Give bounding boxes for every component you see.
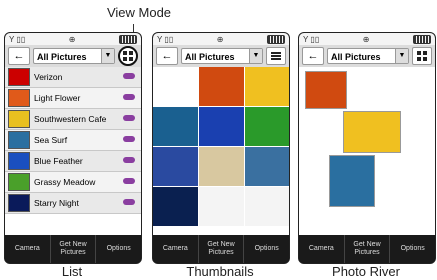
camera-softkey[interactable]: Camera [299, 235, 345, 263]
caption-list: List [61, 264, 83, 279]
softkey-bar: Camera Get New Pictures Options [5, 235, 141, 263]
thumbnail-cell[interactable] [245, 107, 289, 146]
get-new-pictures-softkey[interactable]: Get New Pictures [51, 235, 97, 263]
phone-thumbnail-view: Y ▯▯ ⊕ ← All Pictures ▼ Camera Get New P… [152, 32, 290, 264]
view-mode-callout: View Mode [106, 5, 172, 20]
options-softkey[interactable]: Options [390, 235, 435, 263]
thumbnail-cell[interactable] [153, 147, 198, 186]
thumbnail-cell[interactable] [153, 107, 198, 146]
chevron-down-icon: ▼ [101, 49, 114, 63]
get-new-pictures-softkey[interactable]: Get New Pictures [199, 235, 245, 263]
gps-icon: ⊕ [362, 34, 370, 44]
grid-view-icon [417, 51, 427, 61]
picture-thumbnail [8, 110, 30, 128]
list-view-icon [271, 52, 281, 60]
filter-label: All Pictures [331, 52, 381, 62]
picture-thumbnail [8, 89, 30, 107]
back-button[interactable]: ← [302, 47, 324, 65]
key-icon [123, 199, 135, 205]
list-item[interactable]: Light Flower [5, 88, 141, 109]
picture-thumbnail [8, 173, 30, 191]
thumbnail-cell[interactable] [245, 67, 289, 106]
filter-dropdown[interactable]: All Pictures ▼ [33, 48, 115, 64]
list-item[interactable]: Verizon [5, 67, 141, 88]
view-mode-button[interactable] [412, 47, 432, 65]
grid-view-icon [123, 51, 133, 61]
key-icon [123, 73, 135, 79]
battery-icon [266, 34, 285, 44]
filter-dropdown[interactable]: All Pictures ▼ [181, 48, 263, 64]
key-icon [123, 136, 135, 142]
picture-name: Starry Night [34, 198, 79, 208]
options-softkey[interactable]: Options [244, 235, 289, 263]
picture-thumbnail [8, 131, 30, 149]
view-mode-button[interactable] [266, 47, 286, 65]
camera-softkey[interactable]: Camera [5, 235, 51, 263]
filter-label: All Pictures [37, 52, 87, 62]
chevron-down-icon: ▼ [395, 49, 408, 63]
river-photo-card[interactable] [343, 111, 401, 153]
back-button[interactable]: ← [8, 47, 30, 65]
signal-indicator: Y ▯▯ [9, 34, 26, 44]
toolbar: ← All Pictures ▼ [153, 45, 289, 67]
picture-list: Verizon Light Flower Southwestern Cafe Sea … [5, 67, 141, 235]
key-icon [123, 115, 135, 121]
status-bar: Y ▯▯ ⊕ [5, 33, 141, 45]
status-bar: Y ▯▯ ⊕ [299, 33, 435, 45]
softkey-bar: Camera Get New Pictures Options [299, 235, 435, 263]
thumbnail-cell[interactable] [199, 67, 244, 106]
thumbnail-cell[interactable] [153, 67, 198, 106]
gps-icon: ⊕ [216, 34, 224, 44]
picture-thumbnail [8, 194, 30, 212]
thumbnail-cell[interactable] [199, 187, 244, 226]
phone-river-view: Y ▯▯ ⊕ ← All Pictures ▼ Camera Get New P… [298, 32, 436, 264]
list-item[interactable]: Southwestern Cafe [5, 109, 141, 130]
picture-name: Grassy Meadow [34, 177, 96, 187]
list-item[interactable]: Sea Surf [5, 130, 141, 151]
filter-label: All Pictures [185, 52, 235, 62]
chevron-down-icon: ▼ [249, 49, 262, 63]
list-item[interactable]: Starry Night [5, 193, 141, 214]
river-photo-card[interactable] [305, 71, 347, 109]
toolbar: ← All Pictures ▼ [299, 45, 435, 67]
caption-thumbnails: Thumbnails [186, 264, 254, 279]
view-mode-button[interactable] [118, 46, 138, 66]
picture-name: Southwestern Cafe [34, 114, 107, 124]
picture-name: Light Flower [34, 93, 81, 103]
key-icon [123, 94, 135, 100]
picture-name: Sea Surf [34, 135, 68, 145]
signal-indicator: Y ▯▯ [157, 34, 174, 44]
photo-river [299, 67, 435, 235]
picture-thumbnail [8, 68, 30, 86]
list-item[interactable]: Blue Feather [5, 151, 141, 172]
battery-icon [118, 34, 137, 44]
thumbnail-cell[interactable] [245, 147, 289, 186]
signal-indicator: Y ▯▯ [303, 34, 320, 44]
thumbnail-cell[interactable] [245, 187, 289, 226]
thumbnail-cell[interactable] [199, 147, 244, 186]
softkey-bar: Camera Get New Pictures Options [153, 235, 289, 263]
get-new-pictures-softkey[interactable]: Get New Pictures [345, 235, 391, 263]
thumbnail-cell[interactable] [199, 107, 244, 146]
list-item[interactable]: Grassy Meadow [5, 172, 141, 193]
options-softkey[interactable]: Options [96, 235, 141, 263]
thumbnail-grid [153, 67, 289, 235]
phone-list-view: Y ▯▯ ⊕ ← All Pictures ▼ Verizon Light Flo… [4, 32, 142, 264]
filter-dropdown[interactable]: All Pictures ▼ [327, 48, 409, 64]
back-button[interactable]: ← [156, 47, 178, 65]
caption-photo-river: Photo River [332, 264, 400, 279]
river-photo-card[interactable] [329, 155, 375, 207]
toolbar: ← All Pictures ▼ [5, 45, 141, 67]
status-bar: Y ▯▯ ⊕ [153, 33, 289, 45]
picture-thumbnail [8, 152, 30, 170]
key-icon [123, 178, 135, 184]
camera-softkey[interactable]: Camera [153, 235, 199, 263]
picture-name: Blue Feather [34, 156, 83, 166]
picture-name: Verizon [34, 72, 63, 82]
key-icon [123, 157, 135, 163]
thumbnail-cell[interactable] [153, 187, 198, 226]
battery-icon [412, 34, 431, 44]
gps-icon: ⊕ [68, 34, 76, 44]
